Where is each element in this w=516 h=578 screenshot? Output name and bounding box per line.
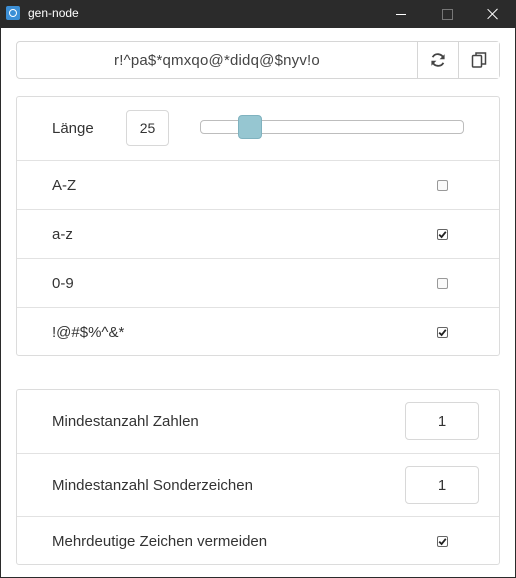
length-input[interactable]: 25 [126, 110, 169, 146]
charset-label: 0-9 [52, 275, 74, 292]
uppercase-checkbox[interactable] [437, 180, 448, 191]
regenerate-button[interactable] [417, 42, 458, 78]
refresh-icon [431, 53, 445, 67]
check-icon [438, 231, 447, 239]
charset-row-uppercase[interactable]: A-Z [17, 160, 499, 209]
min-symbols-input[interactable]: 1 [405, 466, 479, 504]
charset-label: A-Z [52, 177, 77, 194]
check-icon [438, 329, 447, 337]
password-output[interactable]: r!^pa$*qmxqo@*didq@$nyv!o [17, 42, 417, 78]
window-title: gen-node [28, 6, 79, 20]
lowercase-checkbox[interactable] [437, 229, 448, 240]
avoid-ambiguous-checkbox[interactable] [437, 536, 448, 547]
title-bar: gen-node [0, 0, 516, 28]
maximize-icon [441, 8, 453, 20]
copy-icon [471, 52, 487, 68]
symbols-checkbox[interactable] [437, 327, 448, 338]
minimize-icon [396, 13, 406, 15]
constraints-panel: Mindestanzahl Zahlen 1 Mindestanzahl Son… [16, 389, 500, 565]
length-slider-thumb[interactable] [238, 115, 263, 139]
min-numbers-input[interactable]: 1 [405, 402, 479, 440]
password-group: r!^pa$*qmxqo@*didq@$nyv!o [16, 41, 500, 79]
digits-checkbox[interactable] [437, 278, 448, 289]
charset-row-digits[interactable]: 0-9 [17, 258, 499, 307]
main-content: r!^pa$*qmxqo@*didq@$nyv!o Länge 25 A-Z a… [1, 28, 515, 577]
close-icon [487, 8, 499, 20]
charset-label: !@#$%^&* [52, 324, 125, 341]
length-row: Länge 25 [17, 97, 499, 160]
check-icon [438, 538, 447, 546]
min-symbols-label: Mindestanzahl Sonderzeichen [52, 477, 253, 494]
charset-options-panel: Länge 25 A-Z a-z 0-9 !@#$%^&* [16, 96, 500, 356]
min-symbols-row: Mindestanzahl Sonderzeichen 1 [17, 453, 499, 516]
avoid-ambiguous-row[interactable]: Mehrdeutige Zeichen vermeiden [17, 516, 499, 564]
min-numbers-row: Mindestanzahl Zahlen 1 [17, 390, 499, 453]
charset-row-lowercase[interactable]: a-z [17, 209, 499, 258]
avoid-ambiguous-label: Mehrdeutige Zeichen vermeiden [52, 533, 268, 550]
length-label: Länge [52, 120, 94, 137]
min-numbers-label: Mindestanzahl Zahlen [52, 413, 199, 430]
minimize-button[interactable] [378, 0, 424, 28]
close-button[interactable] [470, 0, 516, 28]
charset-row-symbols[interactable]: !@#$%^&* [17, 307, 499, 356]
charset-label: a-z [52, 226, 73, 243]
maximize-button[interactable] [424, 0, 470, 28]
app-icon [6, 6, 20, 20]
copy-button[interactable] [458, 42, 499, 78]
